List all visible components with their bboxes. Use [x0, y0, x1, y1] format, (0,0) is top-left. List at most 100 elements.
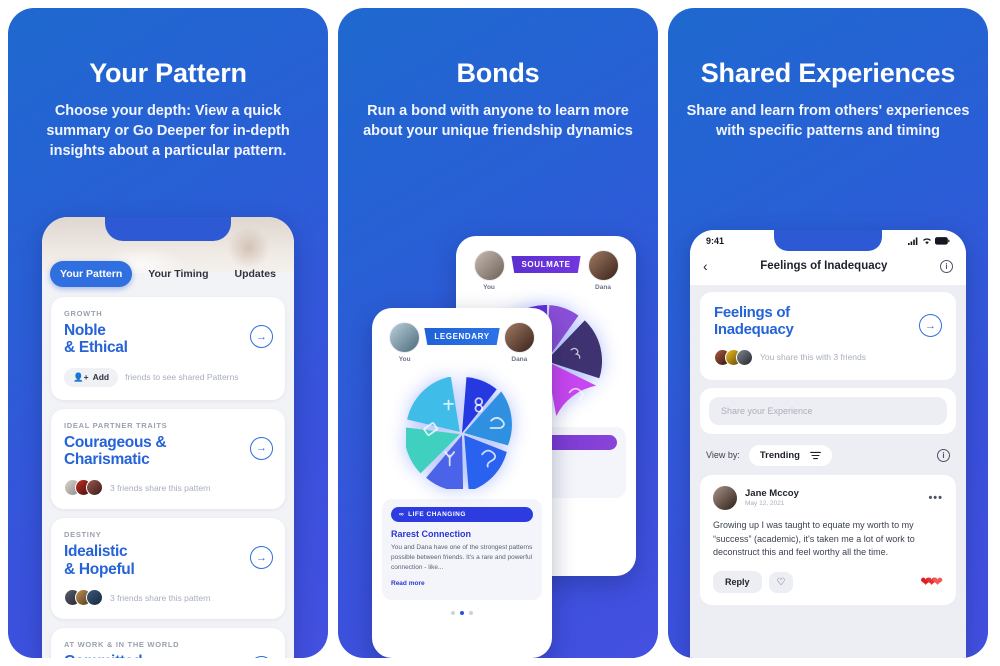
sort-value: Trending	[759, 449, 800, 461]
hero-title: Feelings of Inadequacy	[714, 304, 794, 338]
tab-your-pattern[interactable]: Your Pattern	[50, 261, 133, 287]
infinity-icon: ∞	[399, 511, 405, 518]
card-note: 3 friends share this pattern	[110, 482, 211, 493]
phone-mockup-pattern: Your Pattern Your Timing Updates GROWTH …	[42, 217, 294, 658]
person-you: You	[385, 322, 424, 363]
page-subtitle: Share and learn from others' experiences…	[686, 103, 970, 140]
person-name: Dana	[511, 356, 528, 363]
card-kicker: AT WORK & IN THE WORLD	[64, 640, 180, 650]
person-you: You	[469, 250, 509, 291]
card-note: 3 friends share this pattern	[110, 592, 211, 603]
share-input[interactable]: Share your Experience	[709, 396, 947, 425]
card-footer: 3 friends share this pattern	[64, 589, 272, 607]
card-footer: 3 friends share this pattern	[64, 479, 272, 497]
page-subtitle: Choose your depth: View a quick summary …	[46, 103, 290, 160]
hero-note: You share this with 3 friends	[760, 352, 866, 363]
avatar	[713, 485, 737, 510]
experience-post: Jane Mccoy May 12, 2021 ••• Growing up I…	[700, 474, 956, 606]
tab-updates[interactable]: Updates	[225, 261, 286, 287]
avatar	[736, 348, 753, 366]
carousel-dot[interactable]	[469, 611, 473, 616]
card-title: Courageous & Charismatic	[64, 433, 167, 469]
person-name: You	[483, 284, 495, 291]
card-arrow-icon[interactable]: →	[250, 436, 273, 460]
reply-button[interactable]: Reply	[713, 571, 762, 594]
heart-icon: ❤	[932, 574, 943, 590]
post-actions: Reply ♡ ❤ ❤ ❤	[713, 571, 943, 594]
hero-arrow-icon[interactable]: →	[919, 314, 942, 337]
status-time: 9:41	[706, 236, 725, 246]
card-kicker: DESTINY	[64, 530, 102, 540]
post-header: Jane Mccoy May 12, 2021 •••	[713, 485, 943, 510]
battery-icon	[935, 237, 950, 245]
bond-pie-chart-blue	[404, 376, 518, 492]
avatar	[86, 479, 103, 497]
sort-select-trending[interactable]: Trending	[748, 444, 832, 466]
bond-header: You LEGENDARY Dana	[372, 308, 552, 363]
tab-bar: Your Pattern Your Timing Updates	[42, 257, 294, 297]
info-icon[interactable]: i	[937, 448, 950, 462]
add-friends-button[interactable]: 👤+ Add	[64, 367, 119, 387]
bond-body-text: You and Dana have one of the strongest p…	[391, 544, 533, 571]
person-dana: Dana	[500, 322, 539, 363]
carousel-dots	[372, 611, 552, 616]
bond-info-box: ∞ LIFE CHANGING Rarest Connection You an…	[382, 499, 542, 601]
friend-avatars	[64, 479, 103, 497]
pattern-card-list: GROWTH Noble & Ethical → 👤+ Add friends …	[42, 297, 294, 658]
person-dana: Dana	[583, 250, 623, 291]
bond-badge: SOULMATE	[511, 256, 581, 273]
hero-footer: You share this with 3 friends	[714, 348, 942, 366]
person-name: You	[398, 356, 411, 363]
tab-your-timing[interactable]: Your Timing	[138, 261, 218, 287]
panel-2-header: Bonds Run a bond with anyone to learn mo…	[338, 8, 658, 142]
read-more-link[interactable]: Read more	[391, 580, 425, 587]
wifi-icon	[923, 238, 931, 245]
pattern-card[interactable]: DESTINY Idealistic & Hopeful → 3 friends…	[51, 518, 285, 620]
page-subtitle: Run a bond with anyone to learn more abo…	[363, 103, 633, 140]
filter-icon	[810, 451, 821, 459]
carousel-dot-active[interactable]	[460, 611, 464, 616]
friend-avatars	[714, 348, 753, 366]
carousel-dot[interactable]	[451, 611, 455, 616]
view-by-row: View by: Trending i	[690, 434, 966, 466]
bond-pill-label: LIFE CHANGING	[408, 511, 466, 518]
bond-badge: LEGENDARY	[424, 328, 500, 345]
post-author: Jane Mccoy	[745, 488, 799, 500]
pattern-card[interactable]: AT WORK & IN THE WORLD Committed & Relia…	[51, 628, 285, 658]
bond-heading: Rarest Connection	[391, 529, 472, 539]
avatar	[587, 250, 619, 281]
bond-card-front[interactable]: You LEGENDARY Dana ∞ LIFE CHANGING Rares…	[372, 308, 552, 658]
pattern-card[interactable]: GROWTH Noble & Ethical → 👤+ Add friends …	[51, 297, 285, 400]
panel-3-header: Shared Experiences Share and learn from …	[668, 8, 988, 142]
cellular-signal-icon	[908, 237, 918, 245]
person-add-icon: 👤+	[73, 371, 89, 382]
card-arrow-icon[interactable]: →	[250, 325, 273, 348]
panel-your-pattern: Your Pattern Choose your depth: View a q…	[8, 8, 328, 658]
panel-1-header: Your Pattern Choose your depth: View a q…	[8, 8, 328, 162]
panel-shared-experiences: Shared Experiences Share and learn from …	[668, 8, 988, 658]
view-by-label: View by:	[706, 450, 740, 461]
avatar	[389, 322, 421, 353]
friend-avatars	[64, 589, 103, 607]
heart-outline-icon[interactable]: ♡	[768, 571, 794, 593]
info-icon[interactable]: i	[940, 259, 953, 273]
status-bar: 9:41	[690, 230, 966, 252]
avatar	[473, 250, 505, 281]
post-author-block: Jane Mccoy May 12, 2021	[745, 488, 799, 507]
app-store-screenshot-set: Your Pattern Choose your depth: View a q…	[0, 0, 1000, 666]
experience-hero-card[interactable]: Feelings of Inadequacy → You share this …	[700, 292, 956, 380]
post-body: Growing up I was taught to equate my wor…	[713, 519, 915, 558]
panel-bonds: Bonds Run a bond with anyone to learn mo…	[338, 8, 658, 658]
bond-pill: ∞ LIFE CHANGING	[391, 507, 533, 522]
page-title: Bonds	[456, 58, 540, 88]
avatar	[503, 322, 535, 353]
phone-mockup-experiences: 9:41 ‹ Feelings of Inadequacy i Feelings…	[690, 230, 966, 658]
pattern-card[interactable]: IDEAL PARTNER TRAITS Courageous & Charis…	[51, 408, 285, 510]
card-title: Committed & Reliable	[64, 653, 272, 658]
card-title: Noble & Ethical	[64, 322, 128, 357]
back-button[interactable]: ‹	[703, 258, 708, 274]
bond-header: You SOULMATE Dana	[456, 236, 636, 291]
post-date: May 12, 2021	[745, 500, 785, 508]
card-title: Idealistic & Hopeful	[64, 543, 135, 578]
ellipsis-icon[interactable]: •••	[928, 492, 943, 504]
